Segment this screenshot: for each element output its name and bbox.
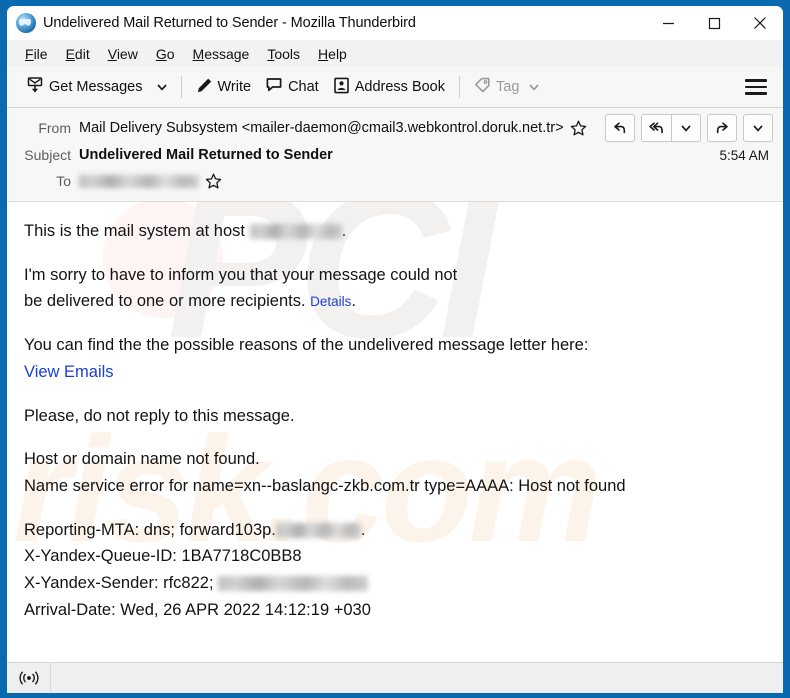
from-row: From Mail Delivery Subsystem <mailer-dae…	[17, 114, 773, 142]
body-line-yandex-sender: X-Yandex-Sender: rfc822;	[24, 570, 765, 597]
address-book-button[interactable]: Address Book	[326, 73, 452, 102]
reply-all-chevron-down-icon[interactable]	[671, 114, 701, 142]
to-value-container	[79, 173, 773, 190]
reply-button[interactable]	[605, 114, 635, 142]
get-messages-label: Get Messages	[49, 79, 143, 95]
minimize-icon[interactable]	[645, 6, 691, 40]
menu-item-message[interactable]: Message	[184, 43, 259, 65]
menu-item-go[interactable]: Go	[147, 43, 184, 65]
view-emails-link[interactable]: View Emails	[24, 363, 114, 381]
body-line-reporting-mta: Reporting-MTA: dns; forward103p..	[24, 517, 765, 544]
broadcast-icon[interactable]	[7, 663, 51, 693]
menu-item-help[interactable]: Help	[309, 43, 356, 65]
body-line-arrival-date: Arrival-Date: Wed, 26 APR 2022 14:12:19 …	[24, 600, 371, 619]
tag-label: Tag	[496, 79, 520, 95]
chat-button[interactable]: Chat	[258, 72, 326, 102]
reply-all-button[interactable]	[641, 114, 671, 142]
toolbar-divider-1	[180, 76, 182, 98]
to-star-icon[interactable]	[205, 173, 222, 190]
subject-label: Subject	[24, 147, 71, 163]
host-redacted	[249, 224, 342, 239]
body-line-host-pre: This is the mail system at host	[24, 222, 250, 240]
get-messages-icon	[26, 76, 44, 98]
to-label: To	[56, 173, 71, 189]
body-line-host-not-found: Host or domain name not found.	[24, 450, 260, 469]
title-bar: Undelivered Mail Returned to Sender - Mo…	[7, 6, 783, 40]
yandex-sender-pre: X-Yandex-Sender: rfc822;	[24, 574, 219, 593]
body-line-delivered-post: .	[351, 292, 357, 311]
body-line-sorry: I'm sorry to have to inform you that you…	[24, 265, 458, 284]
menu-item-file[interactable]: File	[16, 43, 57, 65]
to-value-redacted	[79, 174, 199, 188]
message-action-buttons	[595, 114, 773, 142]
reporting-mta-post: .	[360, 520, 366, 539]
maximize-icon[interactable]	[691, 6, 737, 40]
body-spacer-4	[24, 429, 765, 446]
reply-all-group	[641, 114, 701, 142]
window-title: Undelivered Mail Returned to Sender - Mo…	[43, 15, 416, 31]
menu-bar: File Edit View Go Message Tools Help	[7, 40, 783, 67]
forward-button[interactable]	[707, 114, 737, 142]
main-toolbar: Get Messages Write Chat Address Book Tag	[7, 67, 783, 108]
body-line-view-emails: View Emails	[24, 359, 765, 386]
toolbar-divider-2	[459, 76, 460, 98]
body-line-no-reply: Please, do not reply to this message.	[24, 406, 295, 425]
body-spacer-5	[24, 500, 765, 517]
from-label: From	[38, 120, 71, 136]
application-window: Undelivered Mail Returned to Sender - Mo…	[0, 0, 790, 698]
reporting-mta-pre: Reporting-MTA: dns; forward103p.	[24, 520, 276, 539]
details-link[interactable]: Details	[310, 294, 351, 309]
body-line-reasons: You can find the the possible reasons of…	[24, 336, 589, 355]
status-bar	[7, 662, 783, 693]
body-spacer-1	[24, 245, 765, 262]
get-messages-button[interactable]: Get Messages	[19, 72, 150, 102]
body-spacer-2	[24, 315, 765, 332]
get-messages-chevron-down-icon[interactable]	[150, 76, 174, 98]
write-button[interactable]: Write	[189, 73, 259, 102]
message-timestamp: 5:54 AM	[719, 147, 769, 163]
tag-button[interactable]: Tag	[467, 73, 547, 102]
menu-item-tools[interactable]: Tools	[258, 43, 309, 65]
reporting-mta-redacted	[275, 522, 361, 538]
from-star-icon[interactable]	[570, 120, 587, 137]
subject-value: Undelivered Mail Returned to Sender	[79, 147, 333, 163]
subject-row: Subject Undelivered Mail Returned to Sen…	[17, 142, 773, 168]
body-line-host: This is the mail system at host .	[24, 218, 765, 245]
from-value[interactable]: Mail Delivery Subsystem <mailer-daemon@c…	[79, 120, 564, 136]
message-header: From Mail Delivery Subsystem <mailer-dae…	[7, 108, 783, 202]
body-line-delivered-pre: be delivered to one or more recipients.	[24, 292, 311, 311]
window-inner: Undelivered Mail Returned to Sender - Mo…	[7, 6, 783, 693]
message-body: PCI risk.com This is the mail system at …	[7, 202, 783, 662]
chat-label: Chat	[288, 79, 319, 95]
menu-item-view[interactable]: View	[99, 43, 147, 65]
menu-item-edit[interactable]: Edit	[57, 43, 99, 65]
write-label: Write	[217, 79, 252, 95]
window-controls	[645, 6, 783, 40]
address-book-label: Address Book	[354, 79, 445, 95]
chat-bubble-icon	[265, 76, 283, 98]
body-line-queue-id: X-Yandex-Queue-ID: 1BA7718C0BB8	[24, 547, 302, 566]
body-spacer-3	[24, 386, 765, 403]
address-book-icon	[333, 77, 350, 98]
body-line-name-service-error: Name service error for name=xn--baslangc…	[24, 477, 626, 496]
body-line-host-post: .	[341, 222, 347, 240]
close-icon[interactable]	[737, 6, 783, 40]
yandex-sender-redacted	[218, 576, 369, 592]
body-line-delivered: be delivered to one or more recipients. …	[24, 288, 765, 315]
message-body-content: This is the mail system at host . I'm so…	[24, 218, 765, 624]
from-value-container: Mail Delivery Subsystem <mailer-daemon@c…	[79, 120, 595, 137]
tag-chevron-down-icon[interactable]	[528, 81, 540, 93]
thunderbird-logo-icon	[16, 13, 36, 33]
pencil-icon	[196, 77, 213, 98]
more-actions-chevron-down-icon[interactable]	[743, 114, 773, 142]
hamburger-menu-icon[interactable]	[745, 75, 771, 99]
tag-icon	[474, 77, 491, 98]
menu-item-file-label-rest: ile	[33, 45, 48, 62]
to-row: To	[17, 168, 773, 194]
